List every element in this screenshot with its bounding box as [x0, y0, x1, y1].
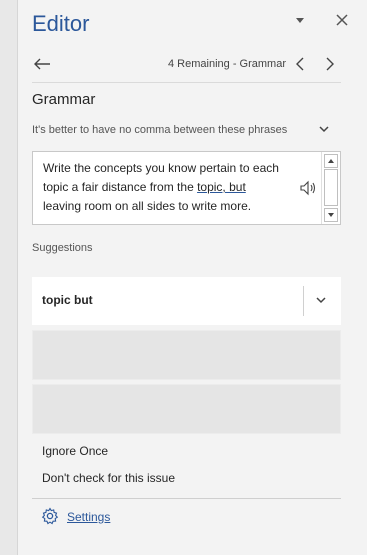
settings-link[interactable]: Settings	[67, 510, 110, 524]
suggestions-label: Suggestions	[32, 242, 93, 254]
highlighted-issue: topic, but	[197, 180, 246, 194]
excerpt-line-1: Write the concepts you know pertain to e…	[43, 161, 279, 175]
section-title: Grammar	[32, 91, 96, 108]
issue-counter: 4 Remaining - Grammar	[168, 58, 286, 70]
excerpt-text: Write the concepts you know pertain to e…	[43, 159, 293, 216]
excerpt-scrollbar[interactable]	[321, 152, 340, 224]
suggestion-placeholder	[32, 384, 341, 434]
ignore-once-button[interactable]: Ignore Once	[42, 444, 108, 458]
chevron-down-icon[interactable]	[315, 295, 327, 305]
pane-title: Editor	[32, 11, 90, 36]
close-icon[interactable]	[335, 13, 349, 27]
left-edge-bar	[0, 0, 18, 555]
excerpt-line-2: topic a fair distance from the	[43, 180, 198, 194]
chevron-down-icon[interactable]	[318, 124, 330, 134]
next-issue-icon[interactable]	[324, 56, 336, 72]
footer-separator	[32, 498, 341, 499]
suggestion-text: topic but	[42, 293, 93, 307]
suggestion-card[interactable]: topic but	[32, 277, 341, 325]
scroll-thumb[interactable]	[324, 169, 338, 206]
gear-icon[interactable]	[41, 507, 59, 525]
scroll-up-icon[interactable]	[324, 154, 338, 168]
dont-check-button[interactable]: Don't check for this issue	[42, 471, 175, 485]
previous-issue-icon[interactable]	[294, 56, 306, 72]
editor-pane: Editor 4 Remaining - Grammar Grammar It'…	[18, 0, 367, 555]
scroll-down-icon[interactable]	[324, 208, 338, 222]
suggestion-placeholder	[32, 330, 341, 380]
back-arrow-icon[interactable]	[32, 56, 52, 72]
caret-down-icon[interactable]	[294, 14, 306, 26]
excerpt-line-3: leaving room on all sides to write more.	[43, 199, 252, 213]
speaker-icon[interactable]	[299, 180, 317, 196]
issue-description: It's better to have no comma between the…	[32, 124, 288, 136]
excerpt-box: Write the concepts you know pertain to e…	[32, 151, 341, 225]
header-separator	[32, 82, 341, 83]
suggestion-divider	[303, 286, 304, 316]
